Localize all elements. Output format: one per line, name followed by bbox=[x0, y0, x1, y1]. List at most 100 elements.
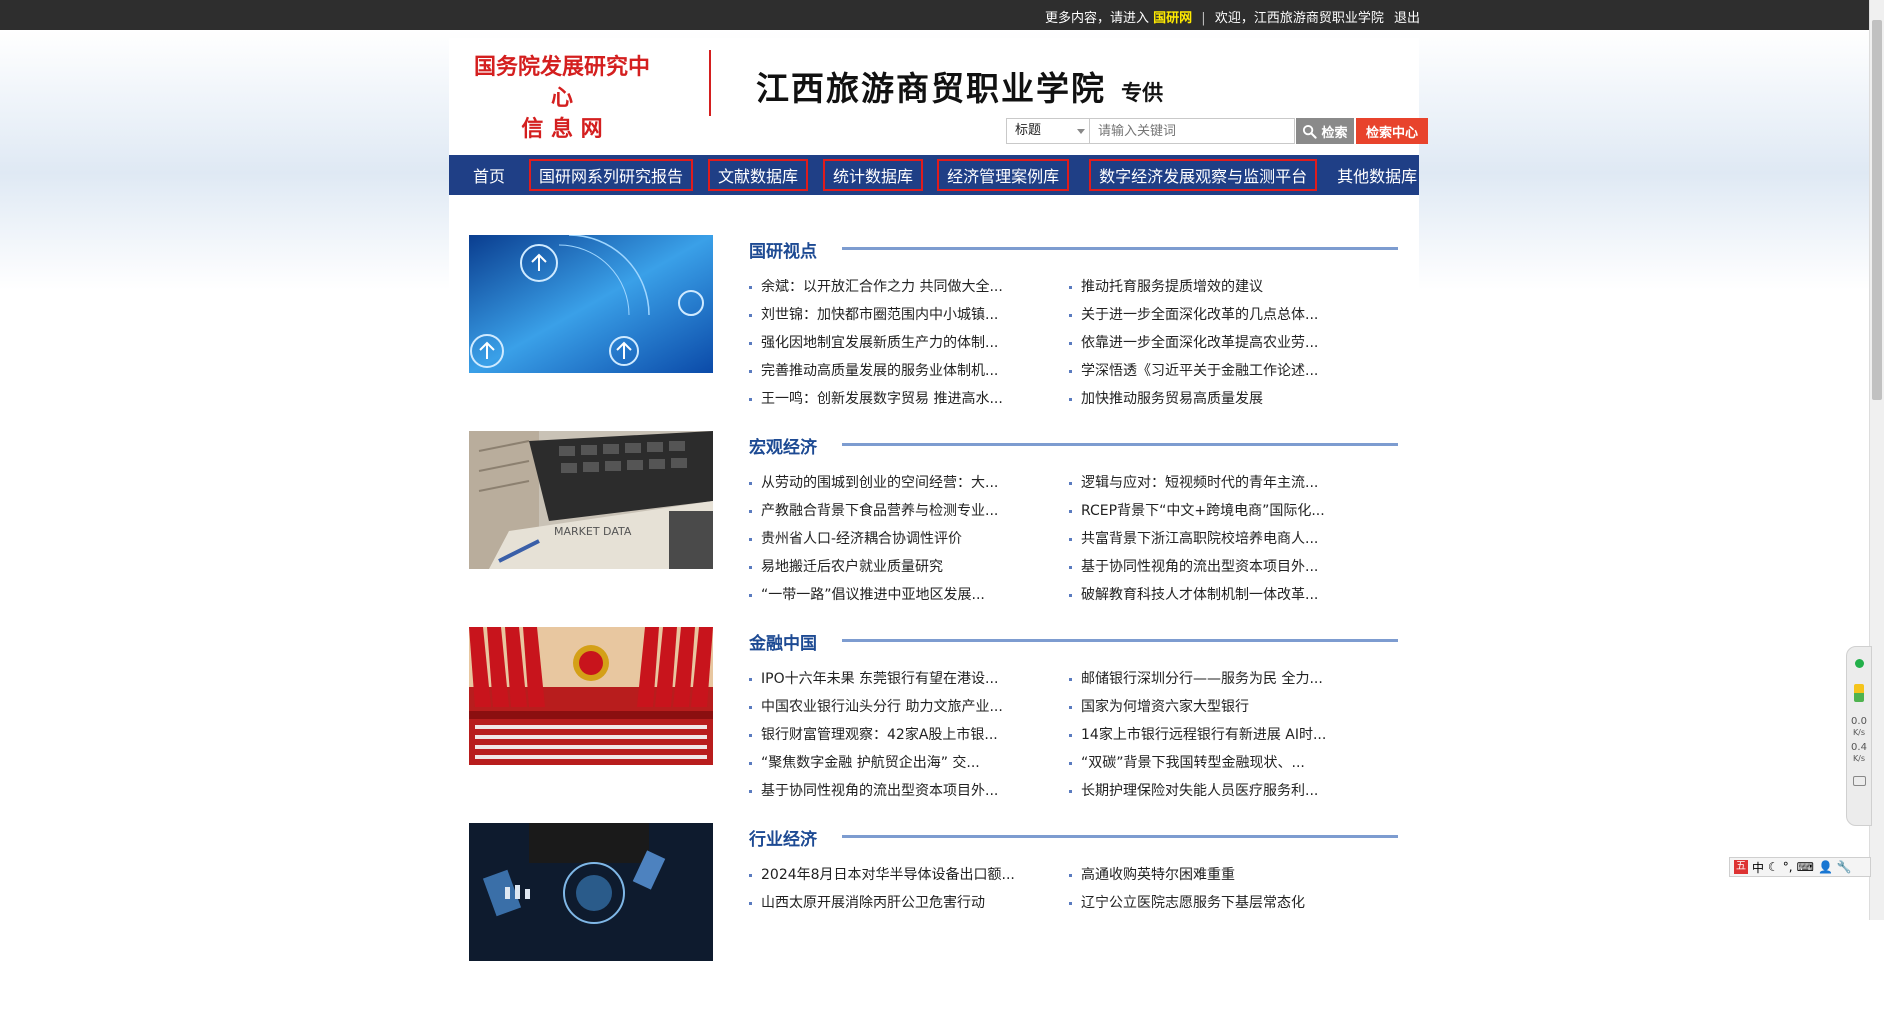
svg-text:MARKET DATA: MARKET DATA bbox=[554, 525, 632, 538]
network-monitor-widget[interactable]: 0.0 K/s 0.4 K/s bbox=[1846, 646, 1872, 826]
article-link[interactable]: IPO十六年未果 东莞银行有望在港设... bbox=[749, 665, 1069, 693]
nav-research-reports[interactable]: 国研网系列研究报告 bbox=[529, 159, 694, 191]
search-field-select[interactable]: 标题 bbox=[1006, 118, 1090, 144]
chevron-down-icon bbox=[1077, 129, 1085, 134]
section-title[interactable]: 国研视点 bbox=[749, 237, 817, 262]
article-link[interactable]: 长期护理保险对失能人员医疗服务利... bbox=[1069, 777, 1389, 805]
section-image-market-data[interactable]: MARKET DATA bbox=[469, 431, 713, 569]
booster-icon bbox=[1854, 684, 1864, 702]
article-list: IPO十六年未果 东莞银行有望在港设... 邮储银行深圳分行——服务为民 全力.… bbox=[749, 665, 1389, 805]
section-image-assembly-hall[interactable] bbox=[469, 627, 713, 765]
wrench-icon[interactable]: 🔧 bbox=[1837, 860, 1852, 874]
section-image-tech[interactable] bbox=[469, 235, 713, 373]
ime-mode-toggle[interactable]: 中 bbox=[1752, 859, 1764, 876]
welcome-text: 欢迎，江西旅游商贸职业学院 bbox=[1214, 11, 1384, 26]
article-link[interactable]: 基于协同性视角的流出型资本项目外... bbox=[1069, 553, 1389, 581]
article-link[interactable]: 完善推动高质量发展的服务业体制机... bbox=[749, 357, 1069, 385]
article-link[interactable]: 中国农业银行汕头分行 助力文旅产业... bbox=[749, 693, 1069, 721]
article-link[interactable]: 银行财富管理观察：42家A股上市银... bbox=[749, 721, 1069, 749]
ime-toolbar[interactable]: 五 中 ☾ °, ⌨ 👤 🔧 bbox=[1729, 857, 1871, 877]
section-drc-viewpoint: 国研视点 余斌：以开放汇合作之力 共同做大全... 推动托育服务提质增效的建议 … bbox=[449, 235, 1419, 431]
article-link[interactable]: 基于协同性视角的流出型资本项目外... bbox=[749, 777, 1069, 805]
section-title[interactable]: 金融中国 bbox=[749, 629, 817, 654]
article-link[interactable]: 易地搬迁后农户就业质量研究 bbox=[749, 553, 1069, 581]
download-rate: 0.4 K/s bbox=[1847, 742, 1871, 764]
article-link[interactable]: 辽宁公立医院志愿服务下基层常态化 bbox=[1069, 889, 1389, 917]
article-link[interactable]: 从劳动的围城到创业的空间经营：大... bbox=[749, 469, 1069, 497]
more-content-text: 更多内容，请进入 bbox=[1044, 11, 1149, 26]
logo-line-1: 国务院发展研究中心 bbox=[473, 54, 650, 111]
article-link[interactable]: 破解教育科技人才体制机制一体改革... bbox=[1069, 581, 1389, 609]
brand-link[interactable]: 国研网 bbox=[1153, 11, 1192, 26]
article-link[interactable]: 共富背景下浙江高职院校培养电商人... bbox=[1069, 525, 1389, 553]
article-link[interactable]: 关于进一步全面深化改革的几点总体... bbox=[1069, 301, 1389, 329]
search-input[interactable] bbox=[1090, 118, 1295, 144]
top-bar: 更多内容，请进入 国研网 | 欢迎，江西旅游商贸职业学院 退出 bbox=[0, 0, 1870, 30]
article-link[interactable]: “一带一路”倡议推进中亚地区发展... bbox=[749, 581, 1069, 609]
search-button[interactable]: 检索 bbox=[1296, 118, 1354, 144]
article-link[interactable]: 山西太原开展消除丙肝公卫危害行动 bbox=[749, 889, 1069, 917]
article-link[interactable]: 逻辑与应对：短视频时代的青年主流... bbox=[1069, 469, 1389, 497]
nav-case-db[interactable]: 经济管理案例库 bbox=[937, 159, 1070, 191]
section-title[interactable]: 行业经济 bbox=[749, 825, 817, 850]
header: 国务院发展研究中心 信 息 网 江西旅游商贸职业学院 专供 标题 检索 检索中心 bbox=[449, 38, 1428, 154]
article-link[interactable]: 王一鸣：创新发展数字贸易 推进高水... bbox=[749, 385, 1069, 413]
article-list: 从劳动的围城到创业的空间经营：大... 逻辑与应对：短视频时代的青年主流... … bbox=[749, 469, 1389, 609]
search-bar: 标题 检索 检索中心 bbox=[1006, 118, 1428, 144]
keyboard-icon[interactable]: ⌨ bbox=[1797, 860, 1814, 874]
section-industry-economy: 行业经济 2024年8月日本对华半导体设备出口额... 高通收购英特尔困难重重 … bbox=[449, 823, 1419, 1019]
article-link[interactable]: 邮储银行深圳分行——服务为民 全力... bbox=[1069, 665, 1389, 693]
upload-rate-unit: K/s bbox=[1852, 728, 1866, 737]
article-link[interactable]: “聚焦数字金融 护航贸企出海” 交... bbox=[749, 749, 1069, 777]
article-link[interactable]: 国家为何增资六家大型银行 bbox=[1069, 693, 1389, 721]
section-image-digital-devices[interactable] bbox=[469, 823, 713, 961]
section-divider bbox=[842, 639, 1398, 642]
article-link[interactable]: 2024年8月日本对华半导体设备出口额... bbox=[749, 861, 1069, 889]
section-divider bbox=[842, 247, 1398, 250]
article-link[interactable]: RCEP背景下“中文+跨境电商”国际化... bbox=[1069, 497, 1389, 525]
article-link[interactable]: 余斌：以开放汇合作之力 共同做大全... bbox=[749, 273, 1069, 301]
logo-divider bbox=[709, 50, 711, 116]
moon-icon[interactable]: ☾ bbox=[1768, 860, 1779, 874]
punctuation-icon[interactable]: °, bbox=[1783, 860, 1793, 874]
article-link[interactable]: 高通收购英特尔困难重重 bbox=[1069, 861, 1389, 889]
search-icon bbox=[1303, 124, 1318, 139]
scrollbar-thumb[interactable] bbox=[1872, 20, 1882, 400]
article-link[interactable]: 产教融合背景下食品营养与检测专业... bbox=[749, 497, 1069, 525]
article-link[interactable]: 强化因地制宜发展新质生产力的体制... bbox=[749, 329, 1069, 357]
separator: | bbox=[1201, 11, 1206, 26]
download-rate-value: 0.4 bbox=[1851, 742, 1867, 753]
school-title: 江西旅游商贸职业学院 专供 bbox=[756, 62, 1163, 110]
article-link[interactable]: 学深悟透《习近平关于金融工作论述... bbox=[1069, 357, 1389, 385]
article-link[interactable]: 刘世锦：加快都市圈范围内中小城镇... bbox=[749, 301, 1069, 329]
main-nav: 首页 国研网系列研究报告 文献数据库 统计数据库 经济管理案例库 数字经济发展观… bbox=[449, 155, 1419, 195]
search-button-label: 检索 bbox=[1321, 125, 1348, 141]
upload-rate-value: 0.0 bbox=[1851, 716, 1867, 727]
content-sections: 国研视点 余斌：以开放汇合作之力 共同做大全... 推动托育服务提质增效的建议 … bbox=[449, 235, 1419, 1019]
logout-link[interactable]: 退出 bbox=[1394, 11, 1420, 26]
nav-other-db[interactable]: 其他数据库 bbox=[1327, 159, 1427, 191]
drc-logo[interactable]: 国务院发展研究中心 信 息 网 bbox=[467, 52, 657, 145]
article-link[interactable]: 依靠进一步全面深化改革提高农业劳... bbox=[1069, 329, 1389, 357]
search-center-button[interactable]: 检索中心 bbox=[1356, 118, 1428, 144]
article-link[interactable]: 贵州省人口-经济耦合协调性评价 bbox=[749, 525, 1069, 553]
nav-statistics-db[interactable]: 统计数据库 bbox=[823, 159, 924, 191]
article-link[interactable]: 加快推动服务贸易高质量发展 bbox=[1069, 385, 1389, 413]
article-link[interactable]: “双碳”背景下我国转型金融现状、... bbox=[1069, 749, 1389, 777]
ime-logo-icon[interactable]: 五 bbox=[1734, 860, 1748, 874]
main-container: 国务院发展研究中心 信 息 网 江西旅游商贸职业学院 专供 标题 检索 检索中心 bbox=[449, 38, 1428, 961]
section-finance-china: 金融中国 IPO十六年未果 东莞银行有望在港设... 邮储银行深圳分行——服务为… bbox=[449, 627, 1419, 823]
school-suffix: 专供 bbox=[1121, 80, 1164, 105]
nav-home[interactable]: 首页 bbox=[463, 159, 515, 191]
search-field-value: 标题 bbox=[1015, 123, 1042, 138]
user-icon[interactable]: 👤 bbox=[1818, 860, 1833, 874]
download-rate-unit: K/s bbox=[1852, 754, 1866, 763]
section-divider bbox=[842, 443, 1398, 446]
nav-digital-economy-platform[interactable]: 数字经济发展观察与监测平台 bbox=[1089, 159, 1318, 191]
logo-line-2: 信 息 网 bbox=[521, 116, 603, 142]
article-link[interactable]: 推动托育服务提质增效的建议 bbox=[1069, 273, 1389, 301]
nav-literature-db[interactable]: 文献数据库 bbox=[708, 159, 809, 191]
section-title[interactable]: 宏观经济 bbox=[749, 433, 817, 458]
article-list: 2024年8月日本对华半导体设备出口额... 高通收购英特尔困难重重 山西太原开… bbox=[749, 861, 1389, 917]
article-link[interactable]: 14家上市银行远程银行有新进展 AI时... bbox=[1069, 721, 1389, 749]
